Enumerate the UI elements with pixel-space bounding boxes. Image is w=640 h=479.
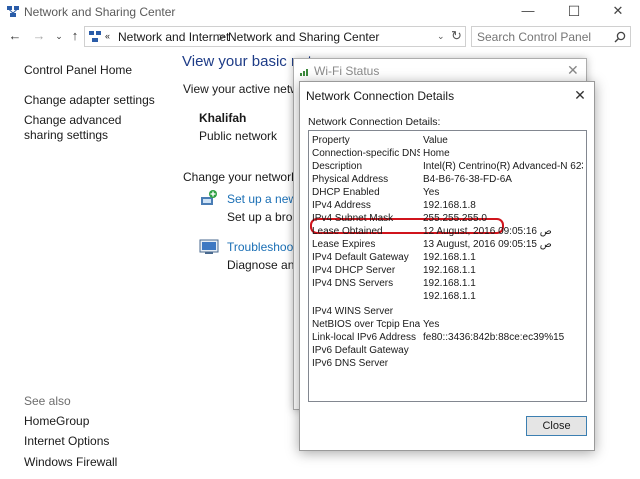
- value-cell: 192.168.1.1: [423, 252, 476, 263]
- value-cell: 13 August, 2016 09:05:15 ص: [423, 239, 552, 250]
- details-row[interactable]: DHCP Enabled Yes: [309, 186, 586, 199]
- breadcrumb-sharing-center[interactable]: Network and Sharing Center: [228, 30, 379, 44]
- dialog-title: Network Connection Details: [306, 89, 455, 103]
- see-also-label: See also: [24, 394, 71, 408]
- property-cell: IPv4 DHCP Server: [312, 265, 396, 276]
- details-row[interactable]: NetBIOS over Tcpip Enab...Yes: [309, 318, 586, 331]
- property-cell: Physical Address: [312, 174, 389, 185]
- value-cell: Yes: [423, 319, 440, 330]
- value-cell: B4-B6-76-38-FD-6A: [423, 174, 512, 185]
- minimize-button[interactable]: —: [506, 0, 550, 24]
- network-name: Khalifah: [199, 111, 247, 125]
- property-cell: DHCP Enabled: [312, 187, 380, 198]
- details-row[interactable]: IPv6 DNS Server: [309, 357, 586, 370]
- details-row[interactable]: 192.168.1.1: [309, 290, 586, 303]
- search-icon: [614, 31, 626, 43]
- details-row[interactable]: Physical Address B4-B6-76-38-FD-6A: [309, 173, 586, 186]
- internet-options-link[interactable]: Internet Options: [24, 434, 109, 449]
- search-box[interactable]: [471, 26, 631, 47]
- details-row[interactable]: Lease Expires 13 August, 2016 09:05:15 ص: [309, 238, 586, 251]
- details-row[interactable]: Lease Obtained 12 August, 2016 09:05:16 ص: [309, 225, 586, 238]
- value-cell: 192.168.1.1: [423, 278, 476, 289]
- details-row[interactable]: Link-local IPv6 Address fe80::3436:842b:8…: [309, 331, 586, 344]
- wifi-signal-icon: [300, 69, 308, 76]
- close-window-button[interactable]: ✕: [596, 0, 640, 24]
- close-button[interactable]: Close: [526, 416, 587, 436]
- details-list[interactable]: Property ValueConnection-specific DNS ...…: [308, 130, 587, 402]
- property-cell: Property: [312, 135, 350, 146]
- breadcrumb-network-internet[interactable]: Network and Internet: [118, 30, 229, 44]
- property-cell: IPv4 DNS Servers: [312, 278, 394, 289]
- details-row[interactable]: IPv4 Default Gateway 192.168.1.1: [309, 251, 586, 264]
- details-row[interactable]: IPv4 WINS Server: [309, 305, 586, 318]
- details-header-row[interactable]: Property Value: [309, 134, 586, 147]
- address-dropdown-icon[interactable]: ⌄: [437, 31, 445, 42]
- value-cell: Value: [423, 135, 448, 146]
- value-cell: 255.255.255.0: [423, 213, 487, 224]
- property-cell: IPv6 Default Gateway: [312, 345, 409, 356]
- new-connection-icon: [201, 190, 217, 205]
- value-cell: 192.168.1.8: [423, 200, 476, 211]
- details-row[interactable]: IPv4 DNS Servers 192.168.1.1: [309, 277, 586, 290]
- network-center-icon: [7, 6, 19, 17]
- property-cell: IPv4 Default Gateway: [312, 252, 409, 263]
- dialog-close-icon[interactable]: ✕: [570, 85, 590, 105]
- up-arrow-icon[interactable]: ↑: [66, 27, 84, 45]
- value-cell: 192.168.1.1: [423, 265, 476, 276]
- title-bar: Network and Sharing Center — ☐ ✕: [0, 0, 640, 24]
- network-center-icon: [89, 31, 101, 42]
- maximize-button[interactable]: ☐: [552, 0, 596, 24]
- property-cell: Lease Obtained: [312, 226, 383, 237]
- wifi-status-title: Wi-Fi Status: [314, 64, 380, 78]
- connection-details-dialog: Network Connection Details ✕ Network Con…: [299, 81, 595, 451]
- wifi-status-close-button[interactable]: ✕: [567, 62, 579, 79]
- value-cell: 12 August, 2016 09:05:16 ص: [423, 226, 552, 237]
- back-arrow-icon[interactable]: ←: [6, 27, 24, 45]
- property-cell: Link-local IPv6 Address: [312, 332, 416, 343]
- change-adapter-settings-link[interactable]: Change adapter settings: [24, 93, 155, 108]
- property-cell: IPv6 DNS Server: [312, 358, 389, 369]
- value-cell: 192.168.1.1: [423, 291, 476, 302]
- property-cell: Lease Expires: [312, 239, 376, 250]
- change-advanced-sharing-link[interactable]: Change advanced sharing settings: [24, 113, 154, 143]
- windows-firewall-link[interactable]: Windows Firewall: [24, 455, 117, 470]
- value-cell: Yes: [423, 187, 440, 198]
- window-title: Network and Sharing Center: [24, 5, 176, 19]
- property-cell: NetBIOS over Tcpip Enab...: [312, 319, 420, 330]
- property-cell: IPv4 Subnet Mask: [312, 213, 394, 224]
- address-row: ← → ⌄ ↑ « Network and Internet > Network…: [0, 24, 640, 48]
- details-row[interactable]: Connection-specific DNS ...Home: [309, 147, 586, 160]
- refresh-icon[interactable]: ↻: [451, 28, 462, 44]
- property-cell: Description: [312, 161, 363, 172]
- property-cell: Connection-specific DNS ...: [312, 148, 420, 159]
- search-input[interactable]: [472, 27, 610, 46]
- value-cell: Home: [423, 148, 450, 159]
- breadcrumb-separator: >: [218, 30, 226, 44]
- control-panel-home-link[interactable]: Control Panel Home: [24, 63, 132, 78]
- details-row[interactable]: IPv4 Subnet Mask 255.255.255.0: [309, 212, 586, 225]
- details-row[interactable]: IPv6 Default Gateway: [309, 344, 586, 357]
- value-cell: Intel(R) Centrino(R) Advanced-N 6235: [423, 161, 583, 172]
- troubleshoot-icon: [199, 239, 219, 254]
- details-label: Network Connection Details:: [308, 116, 441, 128]
- breadcrumb-overflow-icon[interactable]: «: [105, 31, 110, 41]
- details-row[interactable]: IPv4 Address 192.168.1.8: [309, 199, 586, 212]
- forward-arrow-icon[interactable]: →: [30, 27, 48, 45]
- property-cell: IPv4 WINS Server: [312, 306, 394, 317]
- address-bar[interactable]: « Network and Internet > Network and Sha…: [84, 26, 466, 47]
- details-row[interactable]: IPv4 DHCP Server 192.168.1.1: [309, 264, 586, 277]
- property-cell: IPv4 Address: [312, 200, 371, 211]
- network-type: Public network: [199, 129, 278, 143]
- homegroup-link[interactable]: HomeGroup: [24, 414, 89, 429]
- details-row[interactable]: Description Intel(R) Centrino(R) Advanced…: [309, 160, 586, 173]
- value-cell: fe80::3436:842b:88ce:ec39%15: [423, 332, 565, 343]
